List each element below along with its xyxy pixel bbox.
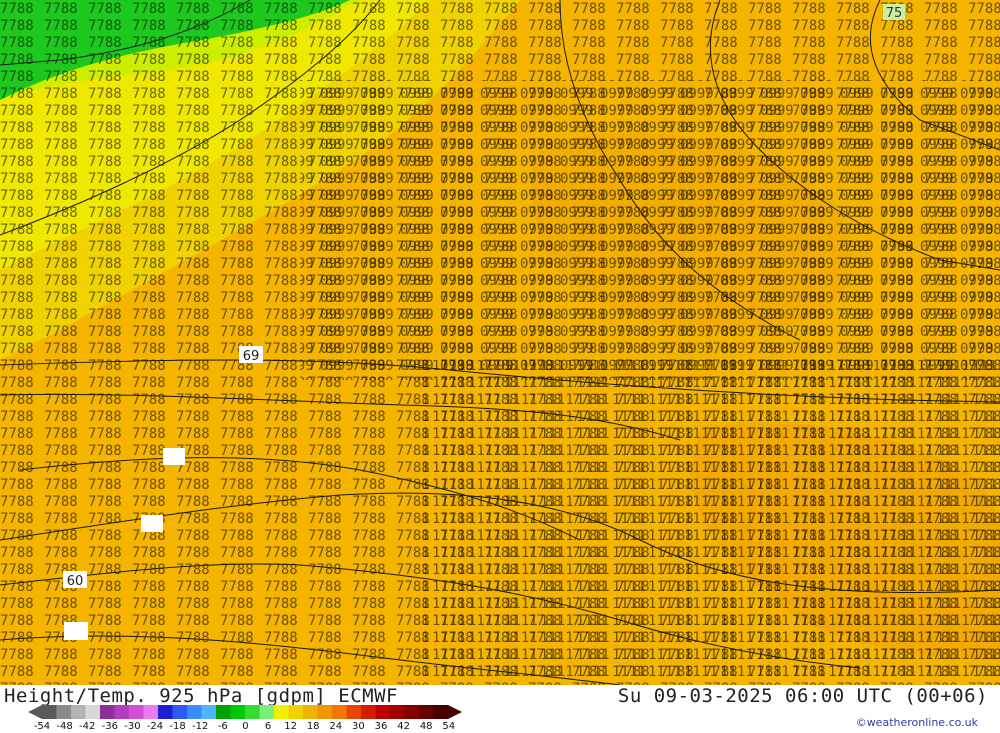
scale-swatch [404, 705, 420, 719]
scale-swatch [288, 705, 304, 719]
scale-swatch [361, 705, 376, 719]
contour-label-box [141, 515, 163, 532]
scale-tick-label: -30 [124, 721, 141, 732]
scale-swatch [114, 705, 130, 719]
scale-tick-label: 42 [397, 721, 410, 732]
contour-label-60: 60 [63, 571, 87, 589]
scale-swatch [201, 705, 217, 719]
credit-link[interactable]: ©weatheronline.co.uk [856, 716, 978, 729]
temperature-map: 0999 7788 1111 [0, 0, 1000, 685]
scale-swatch [433, 705, 449, 719]
color-scale-ticks: -54 -48 -42 -36 -30 -24 -18 -12 -6 0 6 12 18 24 30 36 42… [28, 721, 468, 733]
scale-swatch [158, 705, 173, 719]
scale-swatch [419, 705, 434, 719]
contour-label-box [64, 622, 88, 640]
scale-swatch [346, 705, 362, 719]
scale-swatch [216, 705, 231, 719]
scale-swatch [129, 705, 144, 719]
scale-tick-label: -54 [33, 721, 51, 732]
scale-tick-label: -36 [101, 721, 118, 732]
scale-swatch [332, 705, 347, 719]
valid-time: Su 09-03-2025 06:00 UTC (00+06) [617, 685, 988, 707]
scale-tick-label: 48 [419, 721, 433, 732]
scale-tick-label: 54 [442, 721, 456, 732]
scale-tick-label: 6 [264, 721, 272, 732]
scale-arrow-left [28, 705, 42, 719]
map-footer: Height/Temp. 925 hPa [gdpm] ECMWF Su 09-… [0, 685, 1000, 733]
scale-tick-label: 12 [284, 721, 297, 732]
scale-swatch [85, 705, 101, 719]
scale-tick-label: -48 [56, 721, 73, 732]
scale-swatch [375, 705, 391, 719]
scale-swatch [143, 705, 159, 719]
scale-tick-label: -42 [79, 721, 96, 732]
scale-swatch [317, 705, 333, 719]
contour-label-69: 69 [239, 346, 263, 364]
map-canvas: 0999 7788 1111 [0, 0, 1000, 685]
map-title: Height/Temp. 925 hPa [gdpm] ECMWF [4, 685, 398, 707]
scale-swatch [245, 705, 260, 719]
svg-text:75: 75 [886, 6, 903, 21]
svg-text:69: 69 [243, 349, 260, 364]
color-scale-bar [28, 705, 462, 719]
scale-tick-label: 36 [374, 721, 388, 732]
scale-tick-label: -18 [169, 721, 186, 732]
scale-swatch [390, 705, 405, 719]
contour-label-75: 75 [883, 4, 905, 21]
scale-swatch [56, 705, 72, 719]
scale-swatch [230, 705, 246, 719]
scale-tick-label: 0 [242, 721, 249, 732]
scale-tick-label: -12 [192, 721, 209, 732]
scale-swatch [42, 705, 57, 719]
contour-label-box [163, 448, 185, 465]
scale-tick-label: -24 [146, 721, 164, 732]
digit-texture-southeast [420, 360, 1000, 680]
scale-tick-label: -6 [217, 721, 228, 732]
scale-swatch [71, 705, 86, 719]
svg-text:60: 60 [67, 574, 84, 589]
scale-tick-label: 30 [352, 721, 365, 732]
digit-texture-center [300, 80, 1000, 380]
scale-tick-label: 18 [306, 721, 320, 732]
scale-swatch [274, 705, 289, 719]
scale-swatch [100, 705, 115, 719]
scale-arrow-right [448, 705, 462, 719]
scale-swatch [187, 705, 202, 719]
scale-swatch [259, 705, 275, 719]
scale-swatch [172, 705, 188, 719]
scale-tick-label: 24 [329, 721, 343, 732]
scale-swatch [303, 705, 318, 719]
